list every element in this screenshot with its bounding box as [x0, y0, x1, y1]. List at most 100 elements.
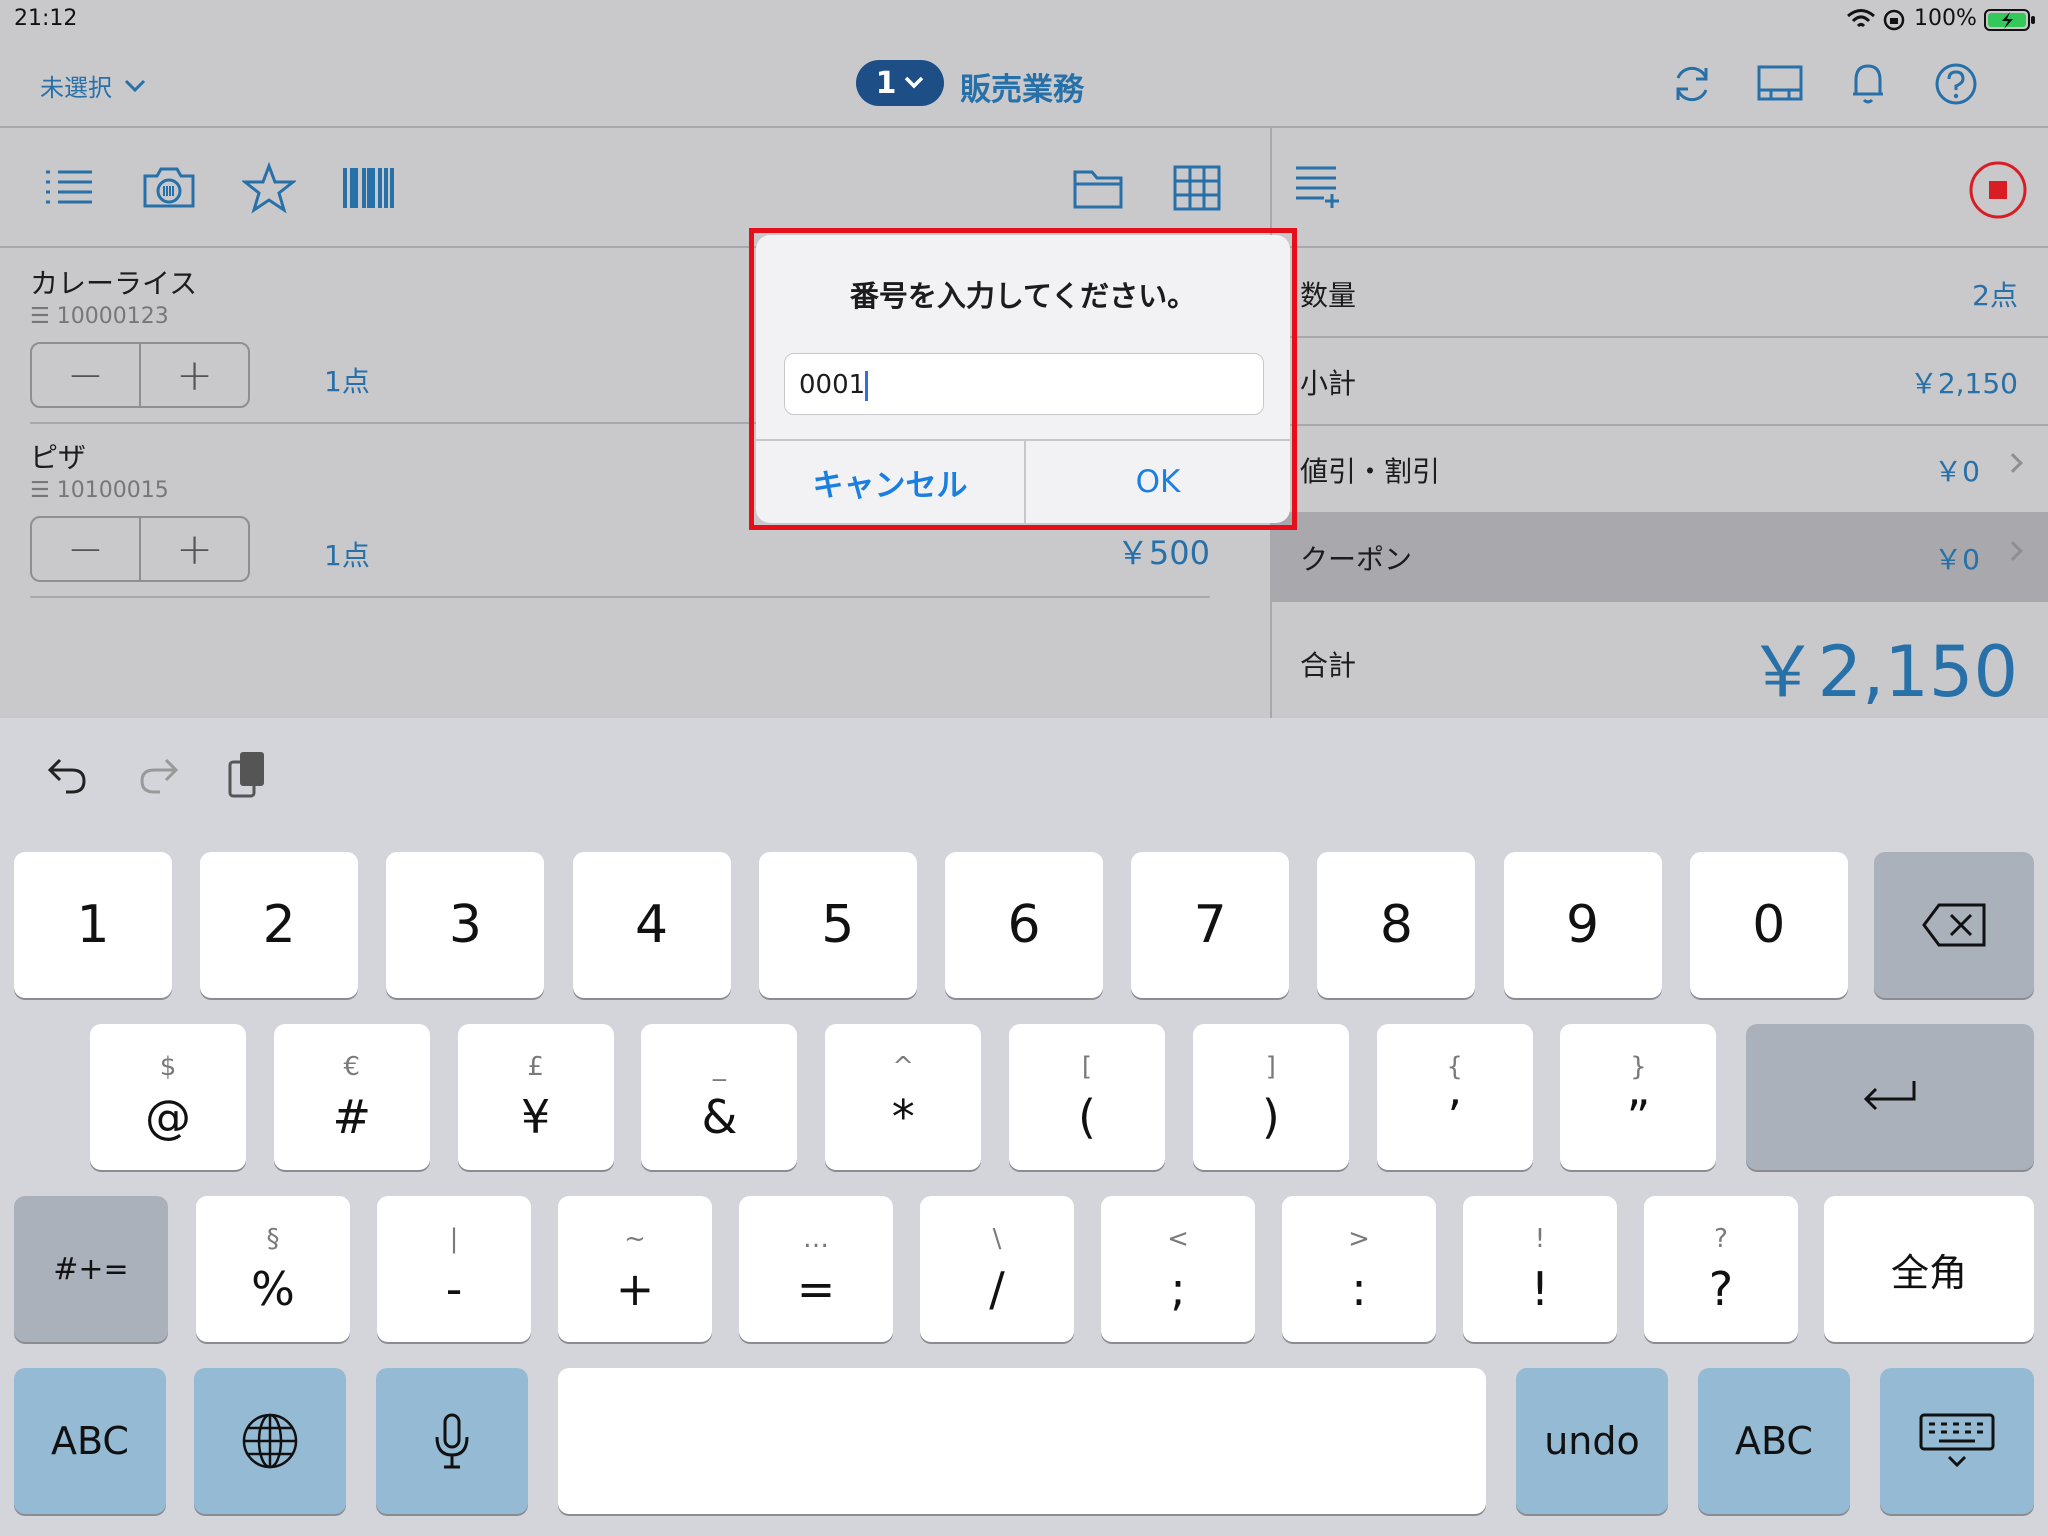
- help-icon[interactable]: [1934, 62, 1978, 106]
- grid-icon[interactable]: [1172, 164, 1222, 212]
- abc2-key-label: ABC: [1735, 1419, 1813, 1463]
- key-7[interactable]: 8: [1317, 852, 1476, 998]
- page-title: 販売業務: [960, 72, 1084, 108]
- hide-keyboard-key[interactable]: [1880, 1368, 2034, 1514]
- symbol-key[interactable]: | -: [377, 1196, 531, 1342]
- zenkaku-key[interactable]: 全角: [1824, 1196, 2034, 1342]
- symbol-key[interactable]: ]): [1192, 1024, 1349, 1170]
- barcode-icon[interactable]: [342, 166, 396, 210]
- number-input[interactable]: 0001: [784, 353, 1264, 415]
- key-label: 4: [635, 895, 669, 955]
- camera-scan-icon[interactable]: [142, 164, 196, 210]
- star-icon[interactable]: [242, 162, 296, 214]
- symbols-key[interactable]: #+=: [14, 1196, 168, 1342]
- symbol-key[interactable]: }”: [1560, 1024, 1717, 1170]
- globe-key[interactable]: [194, 1368, 346, 1514]
- key-label: 1: [76, 895, 110, 955]
- increment-button[interactable]: +: [141, 518, 248, 580]
- key-5[interactable]: 6: [945, 852, 1103, 998]
- symbol-key[interactable]: _ &: [641, 1024, 798, 1170]
- sync-icon[interactable]: [1670, 62, 1714, 106]
- key-1[interactable]: 2: [200, 852, 359, 998]
- key-label: ): [1261, 1090, 1280, 1144]
- quantity-stepper[interactable]: − +: [30, 516, 250, 582]
- abc2-key[interactable]: ABC: [1698, 1368, 1850, 1514]
- cancel-button[interactable]: キャンセル: [756, 441, 1024, 523]
- symbol-key[interactable]: … =: [739, 1196, 893, 1342]
- total-label: 合計: [1300, 649, 1357, 682]
- key-alt-label: {: [1446, 1052, 1463, 1082]
- paste-icon[interactable]: [226, 748, 270, 800]
- key-alt-label: |: [449, 1224, 459, 1254]
- symbol-key[interactable]: $ @: [90, 1024, 246, 1170]
- quantity-label: 数量: [1300, 279, 1357, 312]
- customer-selector[interactable]: 未選択: [40, 68, 146, 103]
- key-label: %: [251, 1262, 295, 1316]
- symbol-key[interactable]: ^ *: [825, 1024, 982, 1170]
- add-list-icon[interactable]: [1294, 164, 1342, 212]
- redo-icon[interactable]: [136, 752, 180, 796]
- zenkaku-key-label: 全角: [1890, 1250, 1967, 1295]
- key-alt-label: §: [266, 1224, 280, 1254]
- key-0[interactable]: 1: [14, 852, 172, 998]
- symbol-key[interactable]: >:: [1282, 1196, 1436, 1342]
- key-2[interactable]: 3: [386, 852, 545, 998]
- increment-button[interactable]: +: [141, 344, 248, 406]
- folder-icon[interactable]: [1072, 166, 1124, 210]
- undo-key[interactable]: undo: [1516, 1368, 1668, 1514]
- key-label: 0: [1752, 895, 1786, 955]
- decrement-button[interactable]: −: [32, 344, 141, 406]
- key-8[interactable]: 9: [1503, 852, 1662, 998]
- rotation-lock-icon: [1883, 9, 1905, 31]
- symbol-key[interactable]: € #: [273, 1024, 430, 1170]
- abc-key[interactable]: ABC: [14, 1368, 166, 1514]
- quantity-stepper[interactable]: − +: [30, 342, 250, 408]
- key-label: !: [1530, 1262, 1550, 1316]
- stop-record-icon[interactable]: [1968, 160, 2028, 220]
- key-label: 9: [1566, 895, 1600, 955]
- symbol-key[interactable]: £ ¥: [457, 1024, 614, 1170]
- key-alt-label: [: [1081, 1052, 1093, 1082]
- symbol-key[interactable]: ~ +: [558, 1196, 712, 1342]
- cash-drawer-icon[interactable]: [1756, 62, 1804, 104]
- backspace-key[interactable]: [1874, 852, 2034, 998]
- key-6[interactable]: 7: [1131, 852, 1290, 998]
- key-label: ¥: [520, 1090, 551, 1144]
- coupon-row[interactable]: クーポン ￥0: [1272, 514, 2048, 602]
- key-label: /: [989, 1262, 1005, 1316]
- symbol-key[interactable]: ??: [1644, 1196, 1798, 1342]
- input-dialog: 番号を入力してください。 0001 キャンセル OK: [756, 235, 1290, 523]
- key-label: 3: [448, 895, 482, 955]
- item-name: カレーライス: [30, 267, 198, 300]
- symbol-key[interactable]: [(: [1009, 1024, 1165, 1170]
- return-key[interactable]: [1746, 1024, 2034, 1170]
- bell-icon[interactable]: [1850, 60, 1886, 106]
- microphone-icon: [435, 1413, 469, 1469]
- key-3[interactable]: 4: [572, 852, 731, 998]
- symbol-key[interactable]: {’: [1376, 1024, 1533, 1170]
- key-9[interactable]: 0: [1689, 852, 1848, 998]
- key-4[interactable]: 5: [758, 852, 917, 998]
- key-label: @: [145, 1090, 191, 1144]
- key-alt-label: ?: [1714, 1224, 1728, 1254]
- key-alt-label: $: [159, 1052, 177, 1082]
- space-key[interactable]: [558, 1368, 1486, 1514]
- symbol-key[interactable]: §%: [196, 1196, 350, 1342]
- symbol-key[interactable]: \ /: [920, 1196, 1074, 1342]
- ok-button[interactable]: OK: [1026, 441, 1290, 523]
- symbols-key-label: #+=: [53, 1251, 129, 1287]
- decrement-button[interactable]: −: [32, 518, 141, 580]
- key-label: -: [445, 1262, 463, 1316]
- item-quantity: 1点: [324, 365, 370, 398]
- key-label: ”: [1626, 1090, 1651, 1144]
- register-selector[interactable]: 1: [856, 60, 944, 106]
- symbol-key[interactable]: !!: [1463, 1196, 1617, 1342]
- symbol-key[interactable]: <;: [1101, 1196, 1255, 1342]
- key-alt-label: …: [803, 1224, 829, 1254]
- undo-icon[interactable]: [46, 752, 90, 796]
- discount-row[interactable]: 値引・割引 ￥0: [1272, 426, 2048, 514]
- key-label: 6: [1007, 895, 1041, 955]
- key-alt-label: ~: [624, 1224, 646, 1254]
- dictation-key[interactable]: [376, 1368, 528, 1514]
- list-icon[interactable]: [44, 168, 94, 208]
